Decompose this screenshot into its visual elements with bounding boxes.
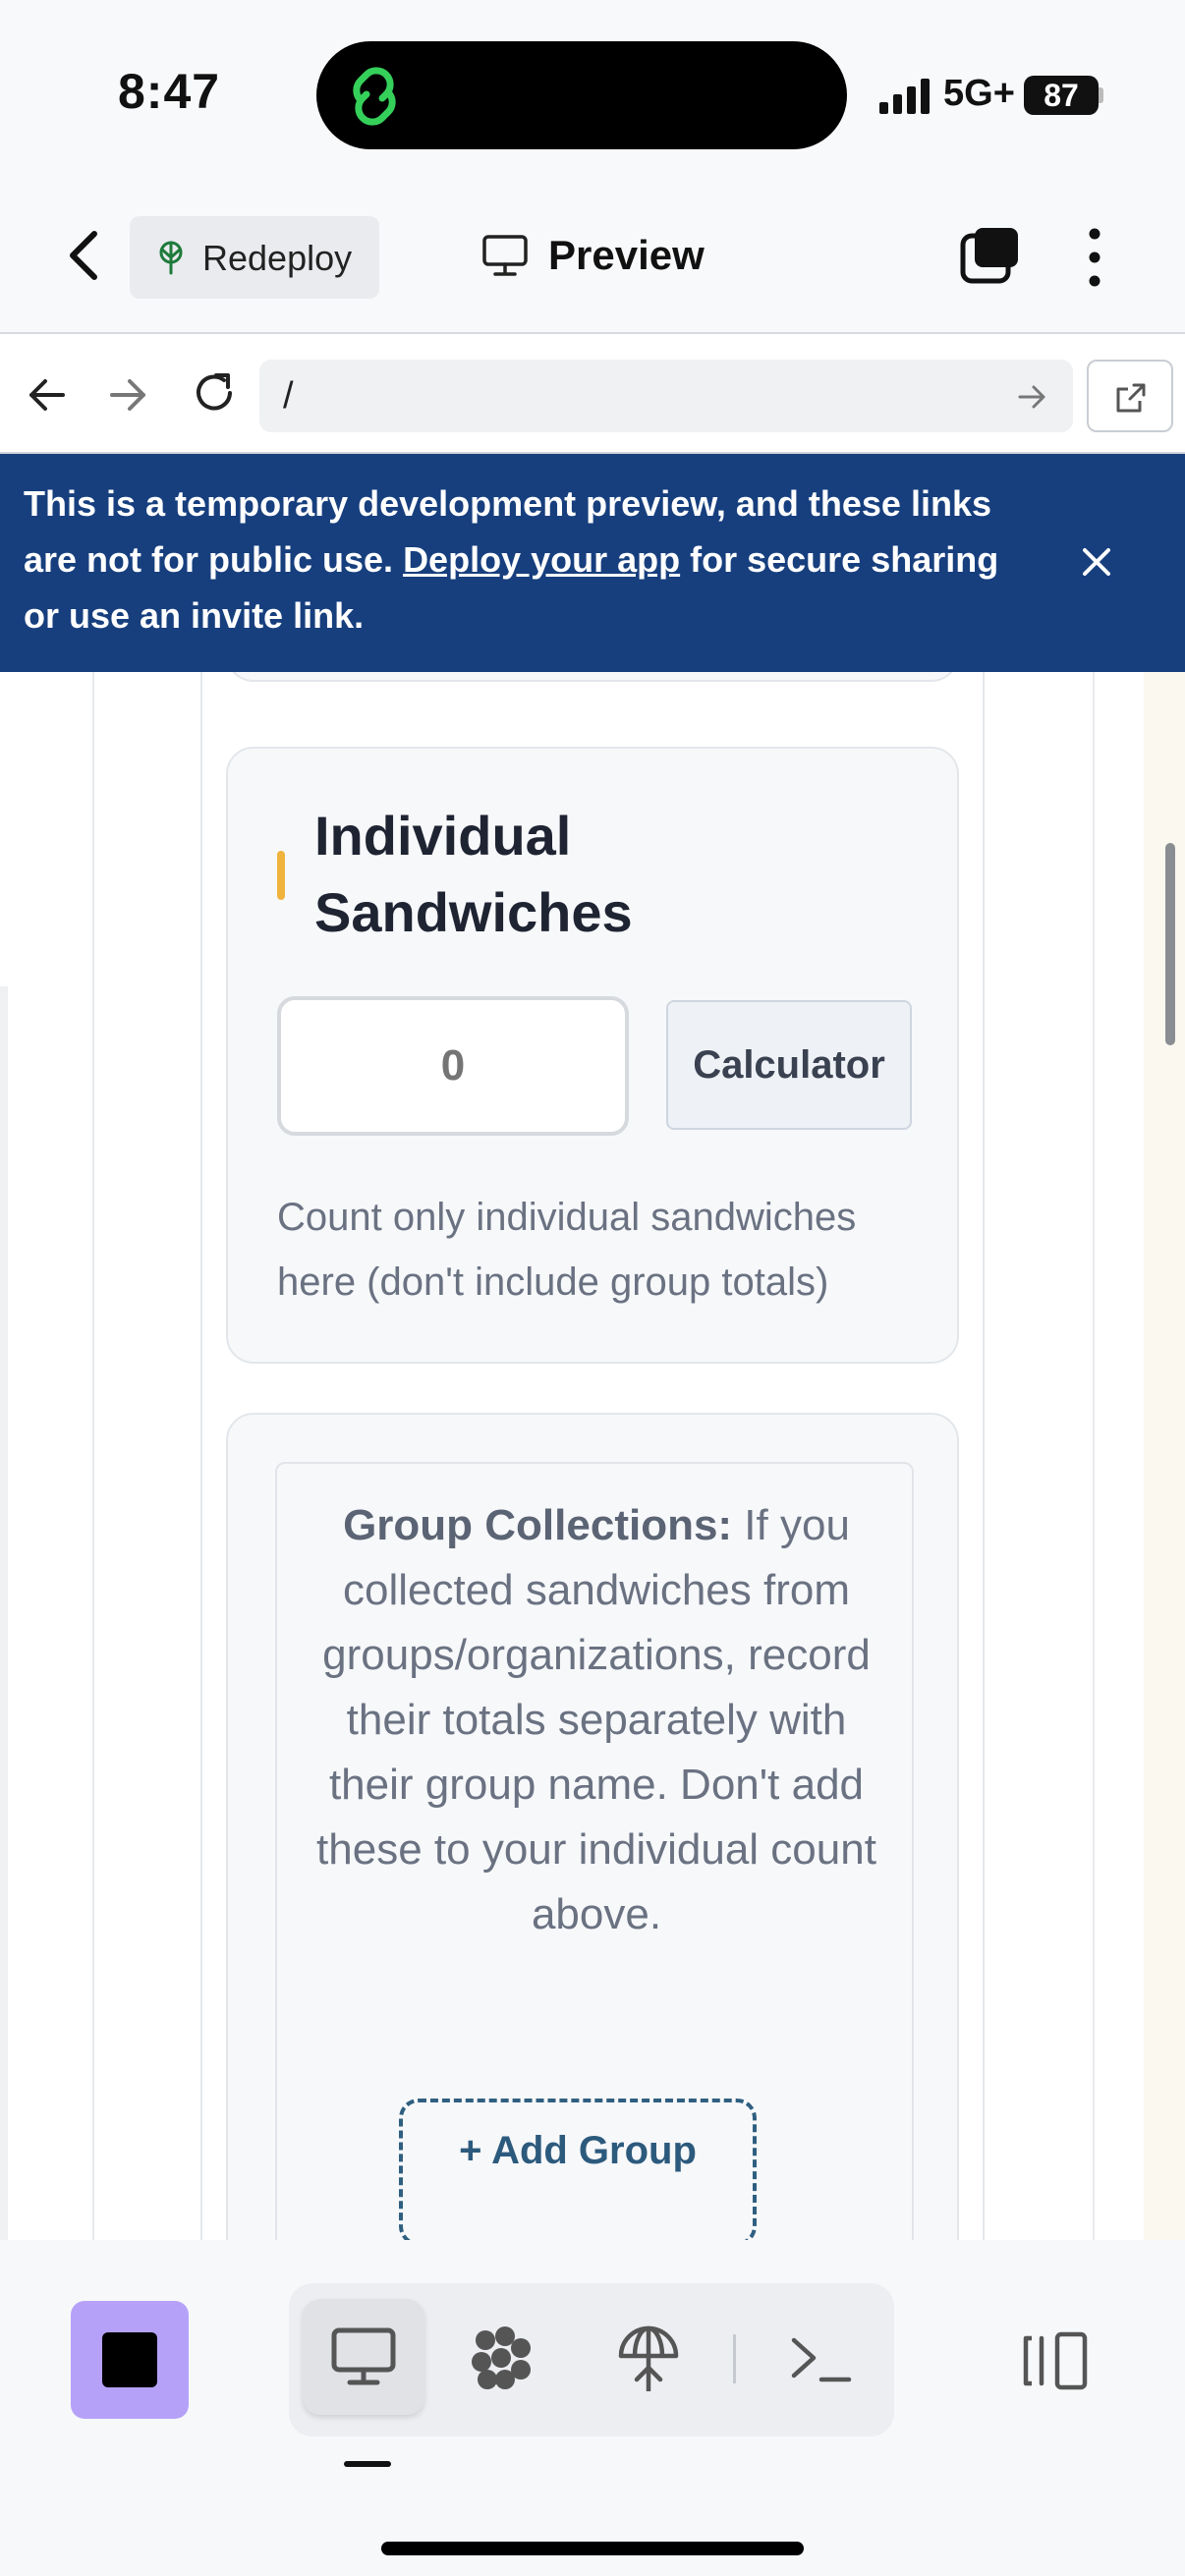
- open-external-button[interactable]: [1087, 360, 1173, 432]
- app-header: Redeploy Preview: [0, 177, 1185, 334]
- page-content: Individual Sandwiches Calculator Count o…: [0, 672, 1185, 2240]
- individual-help-text: Count only individual sandwiches here (d…: [277, 1196, 857, 1304]
- back-chevron-icon[interactable]: [59, 226, 108, 285]
- previous-card: [226, 672, 959, 682]
- group-info-lead: Group Collections:: [343, 1501, 733, 1549]
- individual-count-input[interactable]: [277, 996, 629, 1136]
- network-type: 5G+: [943, 73, 1015, 114]
- group-info-box: Group Collections: If you collected sand…: [275, 1462, 914, 2240]
- url-text: /: [283, 375, 294, 417]
- dev-preview-banner: This is a temporary development preview,…: [0, 454, 1185, 672]
- banner-message: This is a temporary development preview,…: [24, 476, 1036, 644]
- go-arrow-icon[interactable]: [1016, 381, 1047, 413]
- status-bar: 8:47 5G+ 87: [0, 0, 1185, 177]
- group-info-text: Group Collections: If you collected sand…: [307, 1493, 886, 1947]
- redeploy-icon: [159, 241, 183, 275]
- browser-url-bar: /: [0, 336, 1185, 454]
- battery-level: 87: [1024, 76, 1099, 115]
- scrollbar-thumb[interactable]: [1165, 843, 1175, 1045]
- group-collections-card: Group Collections: If you collected sand…: [226, 1413, 959, 2240]
- redeploy-label: Redeploy: [202, 238, 353, 278]
- toolbar-separator: [733, 2334, 736, 2383]
- redeploy-button[interactable]: Redeploy: [130, 216, 379, 299]
- external-link-icon: [1116, 383, 1146, 413]
- signal-icon: [879, 79, 930, 114]
- arrow-right-icon[interactable]: [104, 371, 151, 419]
- active-view-indicator: [344, 2461, 391, 2467]
- add-group-button[interactable]: + Add Group: [399, 2099, 757, 2240]
- view-switcher: [289, 2283, 894, 2436]
- bottom-toolbar: [0, 2240, 1185, 2576]
- section-title: Individual Sandwiches: [314, 805, 633, 943]
- page-edge: [0, 986, 8, 2240]
- calculator-button[interactable]: Calculator: [666, 1000, 912, 1130]
- desktop-view-button[interactable]: [303, 2299, 424, 2415]
- tabs-icon[interactable]: [959, 224, 1022, 287]
- arrow-left-icon[interactable]: [24, 371, 71, 419]
- status-time: 8:47: [118, 64, 221, 119]
- page-right-gutter: [1144, 672, 1185, 2240]
- reload-icon[interactable]: [189, 367, 240, 419]
- close-icon[interactable]: [1079, 544, 1114, 580]
- stop-button[interactable]: [71, 2301, 189, 2419]
- section-accent-bar: [277, 851, 285, 900]
- link-activity-icon: [353, 67, 396, 126]
- preview-label: Preview: [548, 232, 705, 278]
- panels-icon[interactable]: [1018, 2330, 1091, 2391]
- individual-sandwiches-card: Individual Sandwiches Calculator Count o…: [226, 747, 959, 1364]
- battery-tip: [1099, 87, 1103, 103]
- url-input[interactable]: /: [259, 360, 1073, 432]
- group-info-body: If you collected sandwiches from groups/…: [316, 1501, 876, 1938]
- workspace-icon[interactable]: [466, 2323, 536, 2393]
- desktop-icon: [331, 2327, 396, 2385]
- deploy-icon[interactable]: [613, 2323, 684, 2393]
- stop-icon: [102, 2332, 157, 2387]
- deploy-app-link[interactable]: Deploy your app: [403, 539, 680, 580]
- monitor-icon: [482, 235, 528, 276]
- more-vertical-icon[interactable]: [1079, 226, 1110, 289]
- home-indicator: [381, 2542, 804, 2555]
- terminal-icon[interactable]: [786, 2323, 857, 2393]
